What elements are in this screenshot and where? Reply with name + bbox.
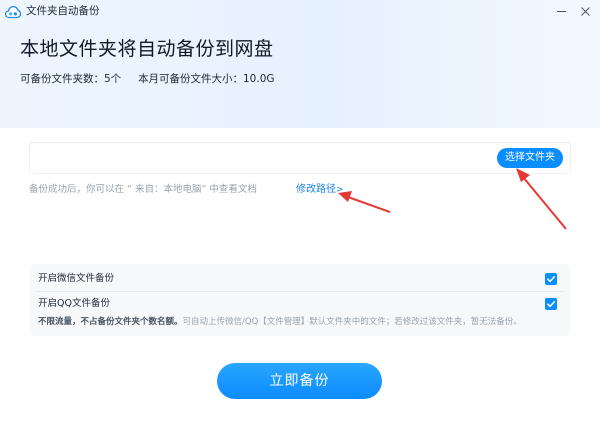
annotation-arrow-choose-folder — [516, 168, 567, 230]
start-backup-button[interactable]: 立即备份 — [217, 363, 382, 399]
note-highlight: 不限流量，不占备份文件夹个数名额。 — [38, 317, 183, 327]
window-title: 文件夹自动备份 — [26, 5, 100, 17]
close-icon[interactable] — [574, 0, 596, 22]
qq-backup-checkbox[interactable] — [545, 298, 557, 310]
backup-location-hint: 备份成功后，你可以在 “ 来自：本地电脑” 中查看文档 — [29, 184, 257, 195]
wechat-backup-label: 开启微信文件备份 — [38, 273, 115, 284]
cloud-icon — [4, 4, 22, 19]
backup-options-panel: 开启微信文件备份 开启QQ文件备份 不限流量，不占备份文件夹个数名额。可自动上传… — [30, 264, 570, 336]
monthly-size-stat: 本月可备份文件大小：10.0G — [138, 72, 275, 86]
note-detail: 可自动上传微信/QQ【文件管理】默认文件夹中的文件；若修改过该文件夹，暂无法备份… — [182, 317, 522, 327]
choose-folder-button[interactable]: 选择文件夹 — [497, 148, 563, 168]
chevron-right-icon: > — [336, 185, 344, 195]
folder-count-label: 可备份文件夹数： — [20, 73, 104, 85]
monthly-size-value: 10.0G — [243, 73, 275, 85]
header-banner: 文件夹自动备份 本地文件夹将自动备份到网盘 可备份文件夹数：5个 本月可备份文件… — [0, 0, 600, 128]
modify-path-label: 修改路径 — [296, 184, 336, 195]
wechat-backup-checkbox[interactable] — [545, 273, 557, 285]
options-divider — [36, 291, 564, 292]
check-icon — [547, 301, 556, 308]
folder-count-value: 5个 — [104, 73, 122, 85]
check-icon — [547, 276, 556, 283]
monthly-size-label: 本月可备份文件大小： — [138, 73, 243, 85]
qq-backup-label: 开启QQ文件备份 — [38, 298, 110, 309]
minimize-icon[interactable] — [550, 0, 572, 22]
page-headline: 本地文件夹将自动备份到网盘 — [20, 38, 274, 60]
backup-options-note: 不限流量，不占备份文件夹个数名额。可自动上传微信/QQ【文件管理】默认文件夹中的… — [38, 317, 522, 328]
backup-path-field[interactable] — [29, 142, 571, 174]
title-bar[interactable]: 文件夹自动备份 — [0, 0, 600, 22]
annotation-arrow-modify-path — [338, 191, 391, 213]
modify-path-link[interactable]: 修改路径> — [296, 183, 344, 197]
folder-count-stat: 可备份文件夹数：5个 — [20, 72, 121, 86]
